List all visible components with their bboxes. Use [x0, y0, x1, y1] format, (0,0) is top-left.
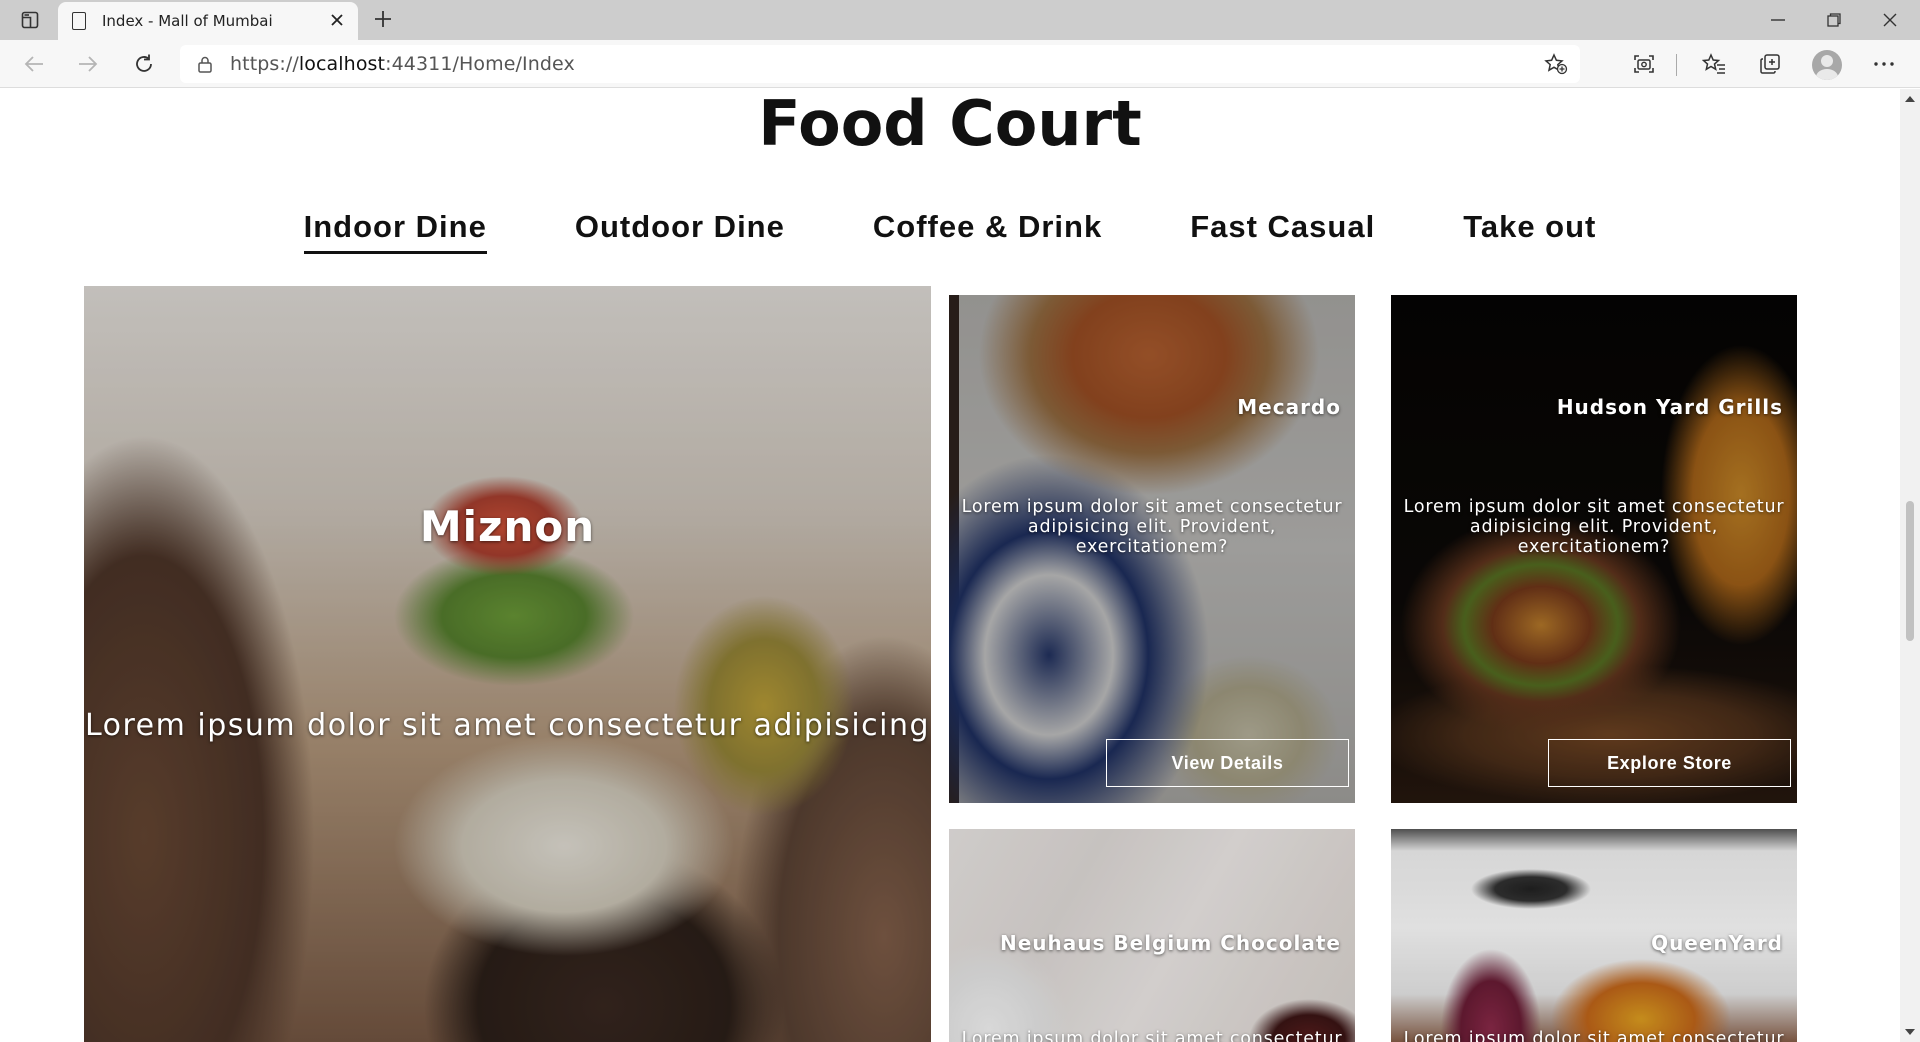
page-scrollbar[interactable]: [1900, 89, 1920, 1042]
store-description: Lorem ipsum dolor sit amet consectetur: [1403, 1029, 1785, 1042]
store-description: Lorem ipsum dolor sit amet consectetur a…: [1403, 497, 1785, 557]
camera-icon[interactable]: [1630, 50, 1658, 78]
store-name: Mecardo: [1237, 395, 1341, 419]
lock-icon[interactable]: [198, 56, 212, 73]
store-card-queenyard[interactable]: QueenYard Lorem ipsum dolor sit amet con…: [1391, 829, 1797, 1042]
store-description: Lorem ipsum dolor sit amet consectetur a…: [84, 708, 931, 743]
store-name: Miznon: [419, 502, 596, 551]
store-card-miznon[interactable]: Miznon Lorem ipsum dolor sit amet consec…: [84, 286, 931, 1042]
explore-store-button[interactable]: Explore Store: [1548, 739, 1791, 787]
browser-tab[interactable]: Index - Mall of Mumbai: [58, 2, 358, 40]
tab-take-out[interactable]: Take out: [1463, 201, 1596, 254]
back-arrow-icon[interactable]: [16, 48, 52, 80]
tab-outdoor-dine[interactable]: Outdoor Dine: [575, 201, 785, 254]
close-icon[interactable]: [330, 10, 344, 33]
star-plus-icon[interactable]: [1544, 53, 1568, 80]
window-close-icon[interactable]: [1862, 0, 1918, 40]
tab-indoor-dine[interactable]: Indoor Dine: [303, 201, 487, 254]
scroll-down-icon[interactable]: [1905, 1029, 1915, 1035]
category-tabs: Indoor Dine Outdoor Dine Coffee & Drink …: [0, 201, 1900, 254]
tab-fast-casual[interactable]: Fast Casual: [1190, 201, 1375, 254]
store-description: Lorem ipsum dolor sit amet consectetur a…: [961, 497, 1343, 557]
refresh-icon[interactable]: [126, 48, 162, 80]
forward-arrow-icon[interactable]: [70, 48, 106, 80]
scrollbar-thumb[interactable]: [1906, 501, 1914, 641]
store-card-mecardo[interactable]: Mecardo Lorem ipsum dolor sit amet conse…: [949, 295, 1355, 803]
toolbar-divider: [1676, 54, 1677, 76]
avatar-icon[interactable]: [1812, 50, 1842, 80]
page-icon: [72, 12, 86, 30]
page-viewport: Food Court Indoor Dine Outdoor Dine Coff…: [0, 89, 1900, 1042]
store-name: Hudson Yard Grills: [1556, 395, 1783, 419]
restore-icon[interactable]: [1806, 0, 1862, 40]
collections-icon[interactable]: [1756, 50, 1784, 78]
address-bar[interactable]: https://localhost:44311/Home/Index: [180, 45, 1580, 83]
view-details-button[interactable]: View Details: [1106, 739, 1349, 787]
store-card-neuhaus[interactable]: Neuhaus Belgium Chocolate Lorem ipsum do…: [949, 829, 1355, 1042]
minimize-icon[interactable]: [1750, 0, 1806, 40]
store-name: QueenYard: [1651, 931, 1783, 955]
favorites-icon[interactable]: [1700, 50, 1728, 78]
store-name: Neuhaus Belgium Chocolate: [1000, 931, 1341, 955]
browser-toolbar: https://localhost:44311/Home/Index: [0, 40, 1920, 88]
page-title: Food Court: [758, 89, 1142, 160]
store-card-hudson-yard-grills[interactable]: Hudson Yard Grills Lorem ipsum dolor sit…: [1391, 295, 1797, 803]
more-icon[interactable]: [1870, 50, 1898, 78]
plus-icon[interactable]: [368, 4, 398, 36]
browser-tabbar: Index - Mall of Mumbai: [0, 0, 1920, 40]
scroll-up-icon[interactable]: [1905, 96, 1915, 102]
store-description: Lorem ipsum dolor sit amet consectetur: [961, 1029, 1343, 1042]
tab-actions-icon[interactable]: [16, 8, 44, 32]
tab-title: Index - Mall of Mumbai: [102, 12, 273, 30]
tab-coffee-drink[interactable]: Coffee & Drink: [873, 201, 1102, 254]
url-text[interactable]: https://localhost:44311/Home/Index: [230, 53, 575, 75]
